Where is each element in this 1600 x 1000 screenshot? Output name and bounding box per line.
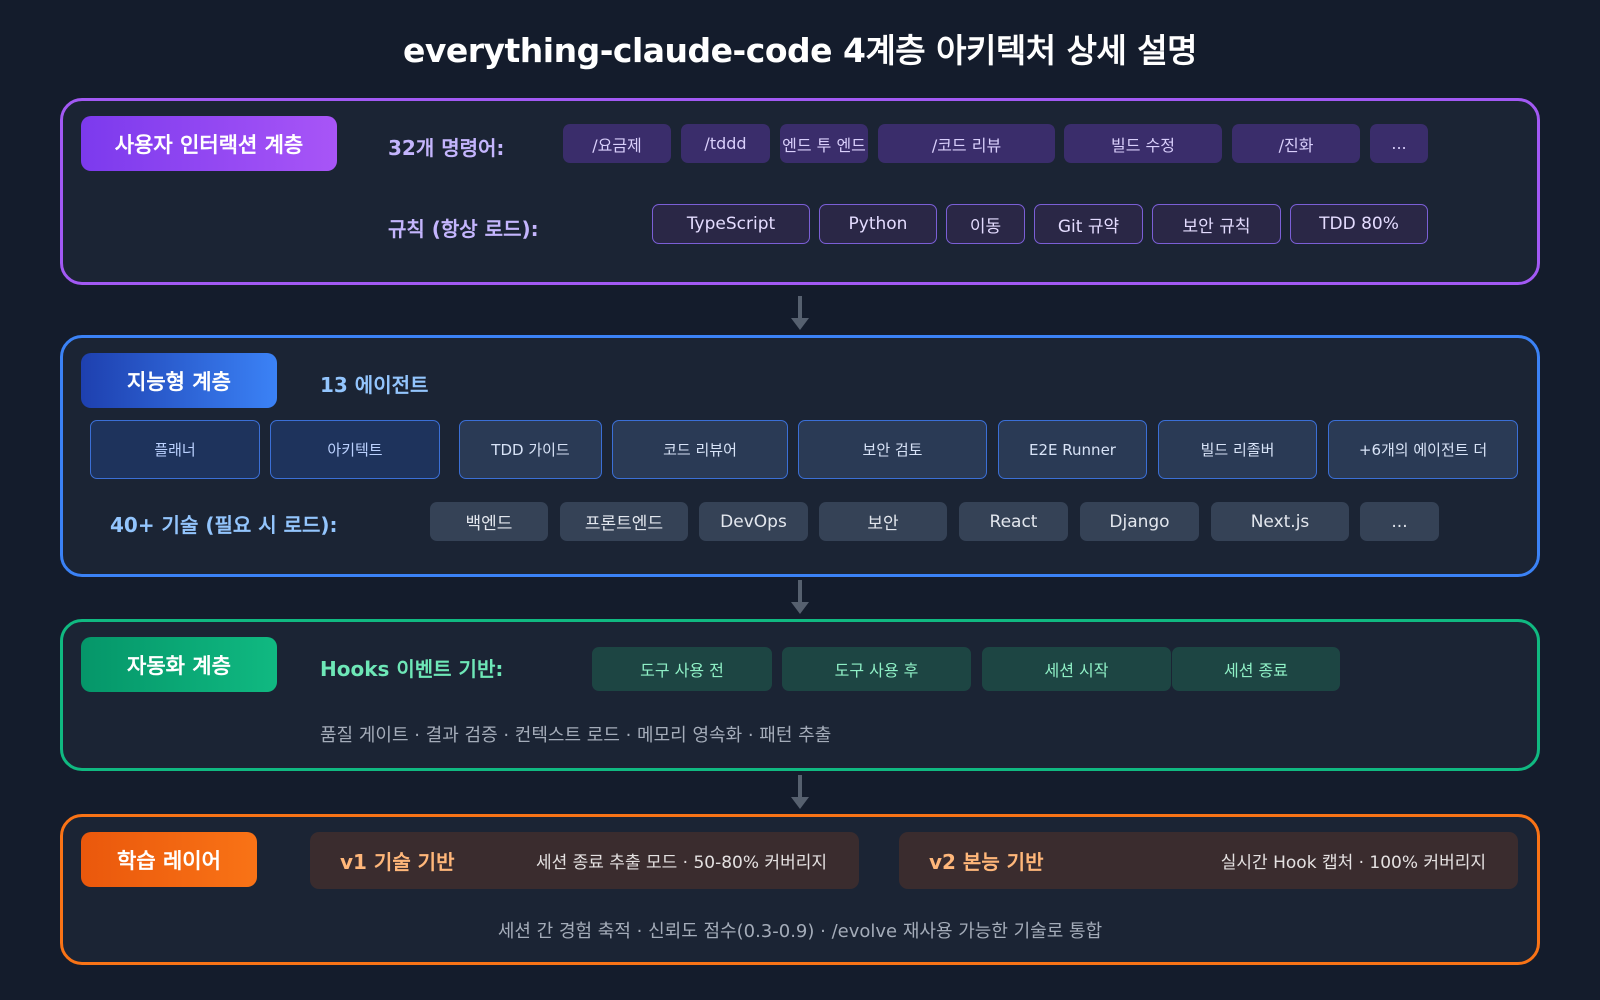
agent-chip: E2E Runner [998,420,1147,479]
command-chip: ... [1370,124,1428,163]
layer-badge-user-interaction: 사용자 인터랙션 계층 [81,116,337,171]
v2-description: 실시간 Hook 캡처 · 100% 커버리지 [1220,853,1486,873]
v1-skill-based-panel: v1 기술 기반 세션 종료 추출 모드 · 50-80% 커버리지 [310,832,859,889]
command-chip: /요금제 [563,124,671,163]
hook-chip: 세션 시작 [982,647,1171,691]
skill-chip: 프론트엔드 [560,502,688,541]
skill-chip: DevOps [699,502,808,541]
rules-label: 규칙 (항상 로드): [388,217,539,241]
agent-chip: 빌드 리졸버 [1158,420,1317,479]
agent-chip: 코드 리뷰어 [612,420,788,479]
rule-chip: 보안 규칙 [1152,204,1281,244]
hook-chip: 세션 종료 [1172,647,1340,691]
command-chip: /코드 리뷰 [878,124,1055,163]
command-chip: /진화 [1232,124,1360,163]
rule-chip: Python [819,204,937,244]
command-chip: 엔드 투 엔드 [780,124,868,163]
hook-chip: 도구 사용 후 [782,647,971,691]
layer-learning: 학습 레이어 v1 기술 기반 세션 종료 추출 모드 · 50-80% 커버리… [60,814,1540,965]
layer-user-interaction: 사용자 인터랙션 계층 32개 명령어: 규칙 (항상 로드): /요금제 /t… [60,98,1540,285]
hooks-label: Hooks 이벤트 기반: [320,657,504,681]
diagram-title: everything-claude-code 4계층 아키텍처 상세 설명 [402,31,1198,70]
layer-badge-automation: 자동화 계층 [81,637,277,692]
skill-chip: Django [1080,502,1199,541]
skill-chip: ... [1360,502,1439,541]
down-arrow-icon [791,296,809,332]
rule-chip: TDD 80% [1290,204,1428,244]
hook-chip: 도구 사용 전 [592,647,772,691]
skill-chip: 보안 [819,502,947,541]
command-chip: /tddd [681,124,770,163]
layer-intelligence: 지능형 계층 13 에이전트 플래너 아키텍트 TDD 가이드 코드 리뷰어 보… [60,335,1540,577]
learning-description: 세션 간 경험 축적 · 신뢰도 점수(0.3-0.9) · /evolve 재… [497,921,1103,942]
agents-label: 13 에이전트 [320,373,429,397]
v2-title: v2 본능 기반 [929,850,1044,874]
v1-description: 세션 종료 추출 모드 · 50-80% 커버리지 [535,853,827,873]
layer-badge-learning: 학습 레이어 [81,832,257,887]
rule-chip: Git 규약 [1034,204,1143,244]
layer-automation: 자동화 계층 Hooks 이벤트 기반: 도구 사용 전 도구 사용 후 세션 … [60,619,1540,771]
skills-label: 40+ 기술 (필요 시 로드): [110,513,338,537]
agent-chip: +6개의 에이전트 더 [1328,420,1518,479]
agent-chip: 플래너 [90,420,260,479]
skill-chip: 백엔드 [430,502,548,541]
agent-chip: 아키텍트 [270,420,440,479]
down-arrow-icon [791,580,809,616]
down-arrow-icon [791,775,809,811]
agent-chip: 보안 검토 [798,420,987,479]
automation-description: 품질 게이트 · 결과 검증 · 컨텍스트 로드 · 메모리 영속화 · 패턴 … [320,725,832,746]
agent-chip: TDD 가이드 [459,420,602,479]
rule-chip: TypeScript [652,204,810,244]
command-chip: 빌드 수정 [1064,124,1222,163]
rule-chip: 이동 [946,204,1025,244]
skill-chip: React [959,502,1068,541]
layer-badge-intelligence: 지능형 계층 [81,353,277,408]
commands-label: 32개 명령어: [388,136,505,160]
skill-chip: Next.js [1211,502,1349,541]
v1-title: v1 기술 기반 [340,850,455,874]
v2-instinct-based-panel: v2 본능 기반 실시간 Hook 캡처 · 100% 커버리지 [899,832,1518,889]
